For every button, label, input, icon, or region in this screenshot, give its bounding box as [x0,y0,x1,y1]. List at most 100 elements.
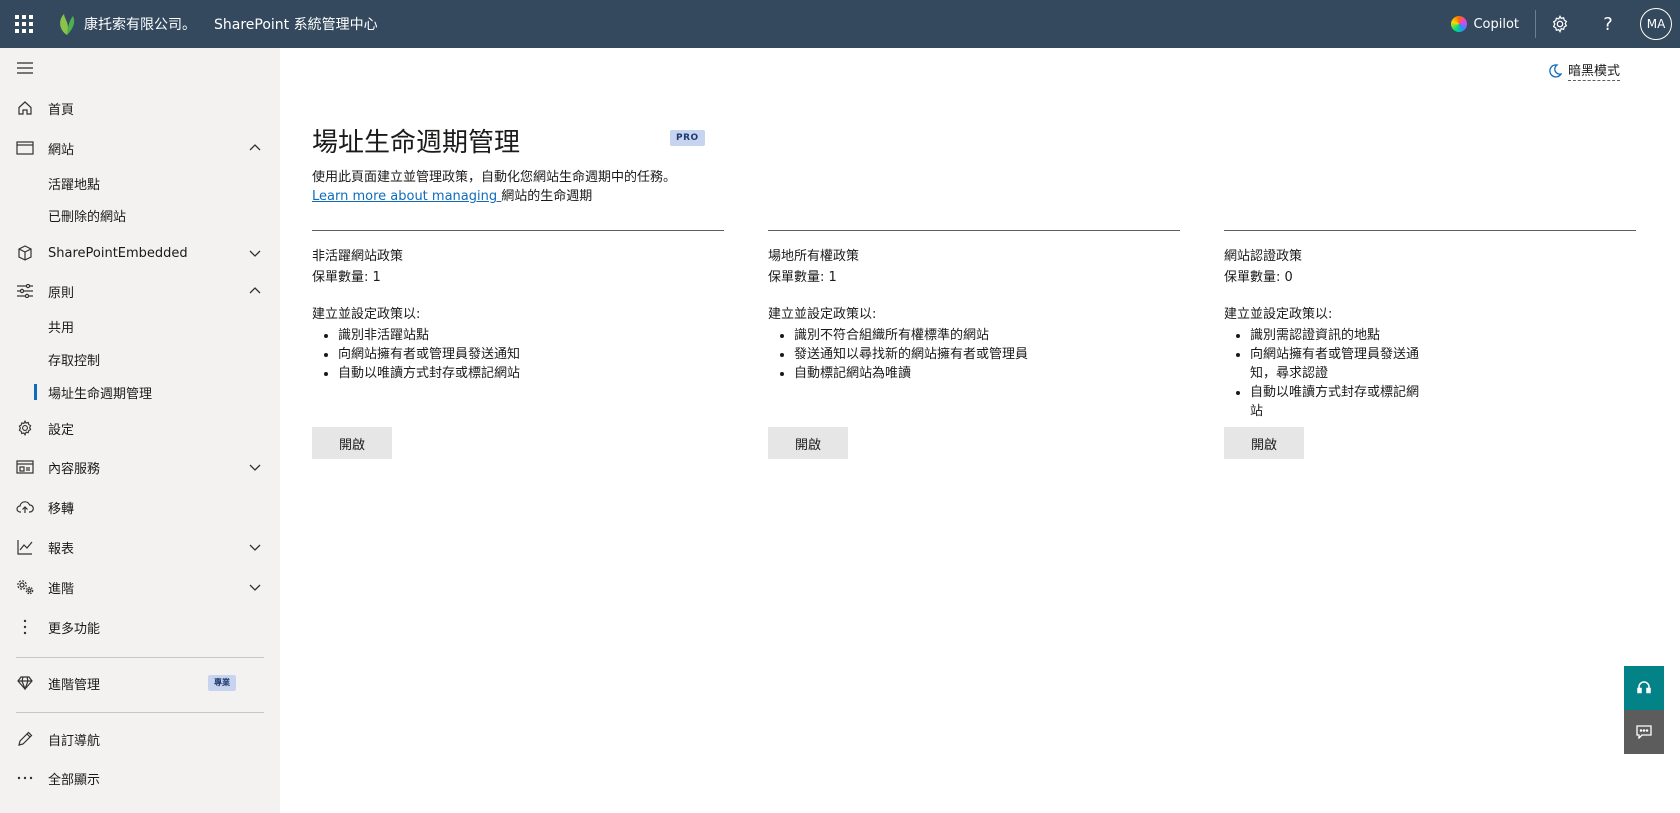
sidebar-item-site-lifecycle[interactable]: 場址生命週期管理 [0,376,280,408]
avatar[interactable]: MA [1640,8,1672,40]
page-title: 場址生命週期管理 [312,128,521,158]
sliders-icon [16,282,34,300]
sidebar-item-content-services[interactable]: 內容服務 [0,451,280,483]
feedback-button[interactable] [1624,710,1664,754]
sidebar-item-advanced-management[interactable]: 進階管理 專業 [0,667,280,699]
copilot-button[interactable]: Copilot [1435,0,1535,48]
sidebar-item-customize-nav[interactable]: 自訂導航 [0,723,280,755]
sidebar-item-sharepoint-embedded[interactable]: SharePointEmbedded [0,237,280,269]
card-title: 網站認證政策 [1224,249,1303,264]
card-intro: 建立並設定政策以: [312,307,421,322]
card-bullets: 識別非活躍站點 向網站擁有者或管理員發送通知 自動以唯讀方式封存或標記網站 [312,326,724,383]
chevron-down-icon [249,464,261,471]
learn-more-link[interactable]: Learn more about managing [312,189,501,204]
app-name[interactable]: SharePoint 系統管理中心 [214,14,378,34]
chevron-up-icon [249,287,261,294]
sidebar-item-show-all[interactable]: 全部顯示 [0,762,280,794]
pro-tag: PRO [670,130,705,146]
list-item: 識別需認證資訊的地點 [1250,326,1424,345]
policy-count: 保單數量: 1 [768,270,837,285]
sidebar-item-label: 進階 [48,581,75,597]
sidebar-item-label: 內容服務 [48,461,101,477]
content-icon [16,458,34,476]
card-title: 非活躍網站政策 [312,249,404,264]
moon-icon [1549,63,1562,78]
chevron-up-icon [249,144,261,151]
sidebar-divider [16,712,264,713]
list-item: 自動標記網站為唯讀 [794,364,1180,383]
list-item: 向網站擁有者或管理員發送通知 [338,345,724,364]
more-horizontal-icon [16,769,34,787]
policy-card-site-attestation: 網站認證政策 保單數量: 0 建立並設定政策以: 識別需認證資訊的地點 向網站擁… [1224,230,1636,459]
open-button[interactable]: 開啟 [768,427,848,459]
hamburger-icon [16,59,34,77]
sidebar-item-label: 已刪除的網站 [48,209,127,225]
sidebar-item-policies[interactable]: 原則 [0,275,280,307]
gears-icon [16,578,34,596]
list-item: 發送通知以尋找新的網站擁有者或管理員 [794,345,1180,364]
chevron-down-icon [249,544,261,551]
cloud-upload-icon [16,498,34,516]
line-chart-icon [16,538,34,556]
list-item: 向網站擁有者或管理員發送通知，尋求認證 [1250,345,1424,383]
sidebar-item-label: 自訂導航 [48,733,101,749]
sidebar-item-label: 報表 [48,541,75,557]
cube-icon [16,244,34,262]
card-title: 場地所有權政策 [768,249,860,264]
sidebar-item-label: 設定 [48,422,75,438]
card-bullets: 識別需認證資訊的地點 向網站擁有者或管理員發送通知，尋求認證 自動以唯讀方式封存… [1224,326,1424,421]
sidebar-item-more-features[interactable]: 更多功能 [0,611,280,643]
sidebar-item-label: 存取控制 [48,353,101,369]
pro-badge: 專業 [208,675,236,691]
leaf-logo-icon [56,12,78,36]
card-bullets: 識別不符合組織所有權標準的網站 發送通知以尋找新的網站擁有者或管理員 自動標記網… [768,326,1180,383]
policy-card-site-ownership: 場地所有權政策 保單數量: 1 建立並設定政策以: 識別不符合組織所有權標準的網… [768,230,1180,459]
sidebar-item-reports[interactable]: 報表 [0,531,280,563]
sidebar-item-active-sites[interactable]: 活躍地點 [0,167,280,199]
more-vertical-icon [16,618,34,636]
sidebar-item-access-control[interactable]: 存取控制 [0,343,280,375]
sidebar-item-home[interactable]: 首頁 [0,92,280,124]
app-launcher-button[interactable] [0,0,48,48]
chevron-down-icon [249,250,261,257]
help-button[interactable]: ? [1584,0,1632,48]
dark-mode-toggle[interactable]: 暗黑模式 [1548,60,1621,81]
settings-button[interactable] [1536,0,1584,48]
sidebar-item-settings[interactable]: 設定 [0,412,280,444]
open-button[interactable]: 開啟 [1224,427,1304,459]
home-icon [16,99,34,117]
sidebar-item-label: 首頁 [48,102,75,118]
sidebar-item-label: 網站 [48,142,75,158]
list-item: 識別非活躍站點 [338,326,724,345]
pencil-icon [16,730,34,748]
copilot-label: Copilot [1473,16,1519,32]
nav-collapse-button[interactable] [0,52,280,84]
sidebar-item-sharing[interactable]: 共用 [0,310,280,342]
copilot-icon [1451,16,1468,32]
description-text: 使用此頁面建立並管理政策，自動化您網站生命週期中的任務。 [312,170,677,185]
headset-icon [1637,681,1651,694]
sidebar-item-advanced[interactable]: 進階 [0,571,280,603]
sidebar-item-label: 進階管理 [48,677,101,693]
policy-count: 保單數量: 1 [312,270,381,285]
sidebar-item-migration[interactable]: 移轉 [0,491,280,523]
sidebar-item-deleted-sites[interactable]: 已刪除的網站 [0,199,280,231]
sidebar-item-label: SharePointEmbedded [48,245,188,261]
help-support-button[interactable] [1624,666,1664,710]
sidebar-divider [16,657,264,658]
chat-feedback-icon [1636,725,1652,739]
main-content: 暗黑模式 場址生命週期管理 PRO 使用此頁面建立並管理政策，自動化您網站生命週… [280,48,1680,813]
active-indicator [34,384,37,400]
open-button[interactable]: 開啟 [312,427,392,459]
top-bar: 康托索有限公司。 SharePoint 系統管理中心 Copilot ? MA [0,0,1680,48]
waffle-icon [15,15,33,33]
gear-icon [16,419,34,437]
sidebar-item-label: 共用 [48,320,75,336]
org-name[interactable]: 康托索有限公司。 [84,14,196,34]
sidebar-item-label: 原則 [48,285,75,301]
sidebar-item-label: 全部顯示 [48,772,101,788]
diamond-icon [16,674,34,692]
page-description: 使用此頁面建立並管理政策，自動化您網站生命週期中的任務。 Learn more … [312,168,676,206]
sidebar-item-sites[interactable]: 網站 [0,132,280,164]
list-item: 識別不符合組織所有權標準的網站 [794,326,1180,345]
